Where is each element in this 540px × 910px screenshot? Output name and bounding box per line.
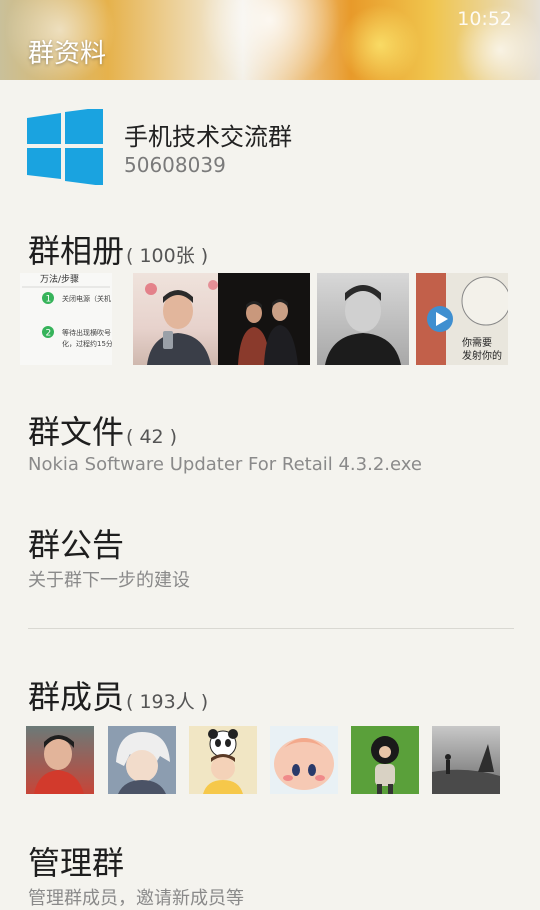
section-divider	[28, 628, 514, 629]
night-photo-thumbnail	[238, 299, 298, 365]
step-2-text: 等待出现横吹号	[62, 328, 111, 337]
members-section-header[interactable]: 群成员( 193人 )	[28, 672, 208, 718]
member-avatar[interactable]	[351, 726, 419, 794]
manage-subtitle: 管理群成员，邀请新成员等	[28, 888, 244, 909]
step-1-text: 关闭电源（关机	[62, 294, 111, 303]
instruction-thumbnail: 万法/步骤 1 关闭电源（关机 2 等待出现横吹号 化，过程约15分	[20, 273, 112, 365]
group-name: 手机技术交流群	[124, 123, 292, 151]
selfie-thumbnail	[145, 280, 218, 365]
album-section-header[interactable]: 群相册( 100张 )	[28, 226, 208, 272]
album-title: 群相册	[28, 232, 125, 270]
announcement-section-header[interactable]: 群公告	[28, 520, 124, 566]
latest-announcement[interactable]: 关于群下一步的建设	[28, 566, 190, 592]
step-1-badge: 1	[46, 295, 52, 305]
members-count: ( 193人 )	[126, 691, 209, 713]
album-photo[interactable]	[218, 273, 310, 365]
member-avatar[interactable]	[270, 726, 338, 794]
group-id: 50608039	[124, 153, 226, 177]
avatar	[432, 744, 500, 794]
header-banner: 群资料 10:52	[0, 0, 540, 80]
files-title: 群文件	[28, 413, 125, 451]
latest-file-name[interactable]: Nokia Software Updater For Retail 4.3.2.…	[28, 454, 422, 475]
announcement-title: 群公告	[28, 526, 125, 564]
member-avatar[interactable]	[108, 726, 176, 794]
manage-section-header[interactable]: 管理群	[28, 838, 124, 884]
instruction-heading: 万法/步骤	[40, 273, 79, 285]
avatar	[116, 732, 170, 794]
avatar	[203, 729, 243, 794]
album-photo[interactable]: 万法/步骤 1 关闭电源（关机 2 等待出现横吹号 化，过程约15分	[20, 273, 112, 365]
meme-caption-line2: 发射你的	[462, 349, 502, 362]
avatar	[371, 736, 399, 794]
files-count: ( 42 )	[126, 426, 178, 448]
album-photo[interactable]	[133, 273, 225, 365]
group-info: 手机技术交流群 50608039	[0, 105, 540, 185]
files-section-header[interactable]: 群文件( 42 )	[28, 407, 177, 453]
meme-caption-line1: 你需要	[462, 336, 492, 349]
manage-title: 管理群	[28, 844, 125, 882]
step-2-badge: 2	[46, 329, 52, 339]
album-photo[interactable]: 你需要 发射你的	[416, 273, 508, 365]
avatar	[274, 738, 334, 790]
member-avatar[interactable]	[189, 726, 257, 794]
status-clock: 10:52	[457, 8, 512, 30]
windows-logo-icon	[27, 109, 103, 185]
meme-thumbnail: 你需要 发射你的	[416, 273, 508, 365]
album-photo[interactable]	[317, 273, 409, 365]
members-title: 群成员	[28, 678, 125, 716]
member-avatar[interactable]	[432, 726, 500, 794]
avatar	[34, 735, 84, 794]
step-2-text-cont: 化，过程约15分	[62, 339, 112, 348]
member-avatar[interactable]	[26, 726, 94, 794]
album-strip: 万法/步骤 1 关闭电源（关机 2 等待出现横吹号 化，过程约15分 你需要 发…	[20, 273, 540, 366]
album-count: ( 100张 )	[126, 245, 209, 267]
member-avatar-row	[26, 726, 526, 794]
page-title: 群资料	[28, 39, 107, 69]
portrait-thumbnail	[325, 285, 401, 365]
